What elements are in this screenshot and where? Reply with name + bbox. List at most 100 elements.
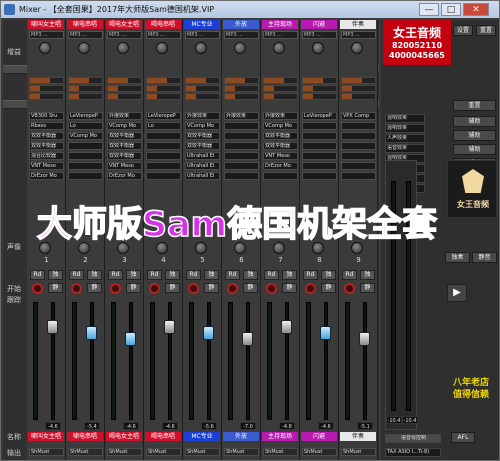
aux-send-slider[interactable] xyxy=(68,77,103,84)
input-select[interactable]: MP3 ... xyxy=(68,31,103,39)
plugin-slot[interactable]: VComp Mo xyxy=(68,132,103,140)
channel-name-top[interactable]: 啸叫女主唱 xyxy=(28,20,64,29)
channel-name-top[interactable]: 伴奏 xyxy=(340,20,376,29)
solo-button[interactable]: 独 xyxy=(126,270,141,280)
record-arm-button[interactable] xyxy=(266,283,277,294)
solo-button[interactable]: 独 xyxy=(165,270,180,280)
plugin-slot[interactable] xyxy=(146,152,181,160)
plugin-slot[interactable] xyxy=(341,122,376,130)
gain-knob[interactable] xyxy=(117,42,129,54)
gain-knob[interactable] xyxy=(273,42,285,54)
mute-button[interactable]: 静 xyxy=(48,283,63,293)
plugin-slot[interactable]: 外接效果 xyxy=(263,112,298,120)
plugin-slot[interactable]: DrEzor Mo xyxy=(107,172,142,180)
reset-master-button[interactable]: 重置 xyxy=(453,100,496,111)
record-mode-button[interactable]: Rd xyxy=(303,270,318,280)
volume-fader[interactable] xyxy=(125,332,136,346)
plugin-slot[interactable]: 双效平衡器 xyxy=(263,142,298,150)
solo-button[interactable]: 独 xyxy=(282,270,297,280)
aux-send-slider[interactable] xyxy=(29,93,64,100)
mute-button[interactable]: 静 xyxy=(243,283,258,293)
plugin-slot[interactable]: 双效平衡器 xyxy=(263,132,298,140)
plugin-slot[interactable] xyxy=(302,142,337,150)
volume-fader[interactable] xyxy=(164,320,175,334)
plugin-slot[interactable]: VComp Mo xyxy=(185,122,220,130)
mute-button[interactable]: 静 xyxy=(204,283,219,293)
plugin-slot[interactable] xyxy=(146,172,181,180)
plugin-slot[interactable]: 外接效果 xyxy=(185,112,220,120)
plugin-slot[interactable]: LeVieropeP xyxy=(146,112,181,120)
plugin-slot[interactable]: 外接效果 xyxy=(107,112,142,120)
plugin-slot[interactable] xyxy=(224,172,259,180)
plugin-slot[interactable]: 双效平衡器 xyxy=(107,132,142,140)
output-select[interactable]: ShMust xyxy=(341,448,376,456)
input-select[interactable]: MP3 ... xyxy=(341,31,376,39)
volume-fader[interactable] xyxy=(203,326,214,340)
channel-name-top[interactable]: 外放 xyxy=(223,20,259,29)
volume-fader[interactable] xyxy=(359,332,370,346)
plugin-slot[interactable] xyxy=(302,162,337,170)
solo-button[interactable]: 独 xyxy=(204,270,219,280)
plugin-slot[interactable]: 双效平衡器 xyxy=(29,132,64,140)
channel-name-bottom[interactable]: MC专业 xyxy=(184,432,220,441)
aux-send-slider[interactable] xyxy=(185,85,220,92)
gain-knob[interactable] xyxy=(234,42,246,54)
aux-send-slider[interactable] xyxy=(341,77,376,84)
volume-fader[interactable] xyxy=(242,332,253,346)
volume-fader[interactable] xyxy=(320,326,331,340)
plugin-slot[interactable] xyxy=(302,122,337,130)
plugin-slot[interactable]: VNT Meso xyxy=(263,152,298,160)
gain-knob[interactable] xyxy=(78,42,90,54)
aux-send-slider[interactable] xyxy=(107,77,142,84)
record-arm-button[interactable] xyxy=(32,283,43,294)
side-aux-button[interactable]: 辅助 xyxy=(453,130,496,141)
plugin-slot[interactable]: 外接效果 xyxy=(224,112,259,120)
aux-send-slider[interactable] xyxy=(224,77,259,84)
plugin-slot[interactable] xyxy=(302,132,337,140)
gain-knob[interactable] xyxy=(195,42,207,54)
channel-name-bottom[interactable]: 伴奏 xyxy=(340,432,376,441)
aux-send-slider[interactable] xyxy=(146,85,181,92)
aux-send-slider[interactable] xyxy=(302,77,337,84)
aux-effect-item[interactable]: 混响效果 xyxy=(385,114,425,123)
record-arm-button[interactable] xyxy=(227,283,238,294)
plugin-slot[interactable] xyxy=(263,172,298,180)
record-arm-button[interactable] xyxy=(344,283,355,294)
plugin-slot[interactable]: Lo xyxy=(68,122,103,130)
plugin-slot[interactable] xyxy=(68,162,103,170)
solo-button[interactable]: 独 xyxy=(243,270,258,280)
aux-send-slider[interactable] xyxy=(224,85,259,92)
plugin-slot[interactable] xyxy=(341,142,376,150)
channel-name-top[interactable]: 闪避 xyxy=(301,20,337,29)
record-mode-button[interactable]: Rd xyxy=(30,270,45,280)
plugin-slot[interactable]: LeVieropeP xyxy=(68,112,103,120)
volume-fader[interactable] xyxy=(281,320,292,334)
plugin-slot[interactable]: DrEzor Mo xyxy=(263,162,298,170)
output-select[interactable]: ShMust xyxy=(302,448,337,456)
output-select[interactable]: ShMust xyxy=(29,448,64,456)
record-mode-button[interactable]: Rd xyxy=(69,270,84,280)
mono-button[interactable]: 静音 xyxy=(472,252,497,263)
master-output-select[interactable]: TAX ASIO I...Ti-8) xyxy=(385,448,441,457)
mute-button[interactable]: 静 xyxy=(87,283,102,293)
output-select[interactable]: ShMust xyxy=(107,448,142,456)
aux-send-slider[interactable] xyxy=(341,85,376,92)
aux-send-slider[interactable] xyxy=(29,77,64,84)
solo-button[interactable]: 独 xyxy=(87,270,102,280)
plugin-slot[interactable]: Rbass xyxy=(29,122,64,130)
plugin-slot[interactable]: DrEzor Mo xyxy=(29,172,64,180)
aux-effect-item[interactable]: 人声效果 xyxy=(385,134,425,143)
aux-send-slider[interactable] xyxy=(146,77,181,84)
plugin-slot[interactable]: 双效平衡器 xyxy=(185,132,220,140)
volume-fader[interactable] xyxy=(47,320,58,334)
plugin-slot[interactable] xyxy=(146,162,181,170)
aux-send-slider[interactable] xyxy=(302,93,337,100)
aux-send-slider[interactable] xyxy=(302,85,337,92)
plugin-slot[interactable]: LeVieropeP xyxy=(302,112,337,120)
record-mode-button[interactable]: Rd xyxy=(264,270,279,280)
output-select[interactable]: ShMust xyxy=(68,448,103,456)
channel-name-bottom[interactable]: 喝电串唱 xyxy=(145,432,181,441)
plugin-slot[interactable] xyxy=(68,142,103,150)
record-arm-button[interactable] xyxy=(188,283,199,294)
plugin-slot[interactable]: VNT Meso xyxy=(107,162,142,170)
